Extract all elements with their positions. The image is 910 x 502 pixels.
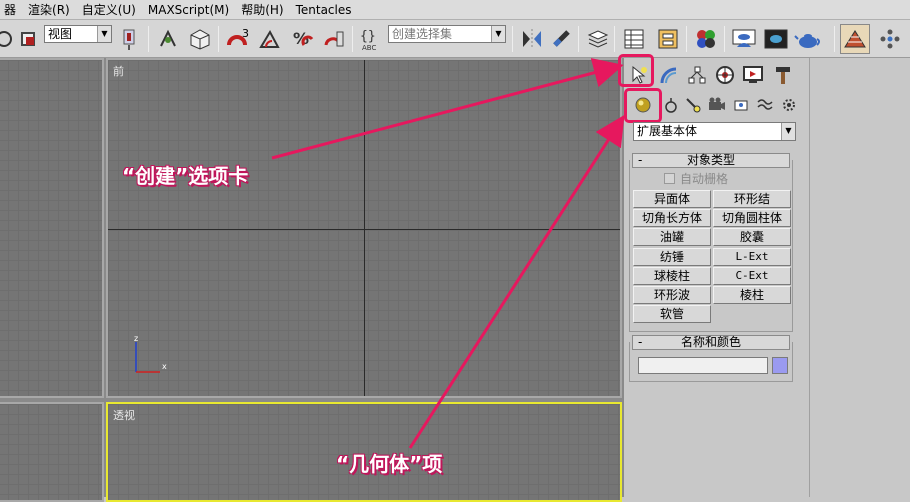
geometry-arrow — [408, 114, 625, 449]
create-tab-annotation: “创建”选项卡 — [122, 164, 249, 188]
annotation-arrows — [271, 58, 625, 449]
geometry-annotation: “几何体”项 — [336, 452, 443, 476]
create-tab-arrow — [271, 58, 624, 160]
